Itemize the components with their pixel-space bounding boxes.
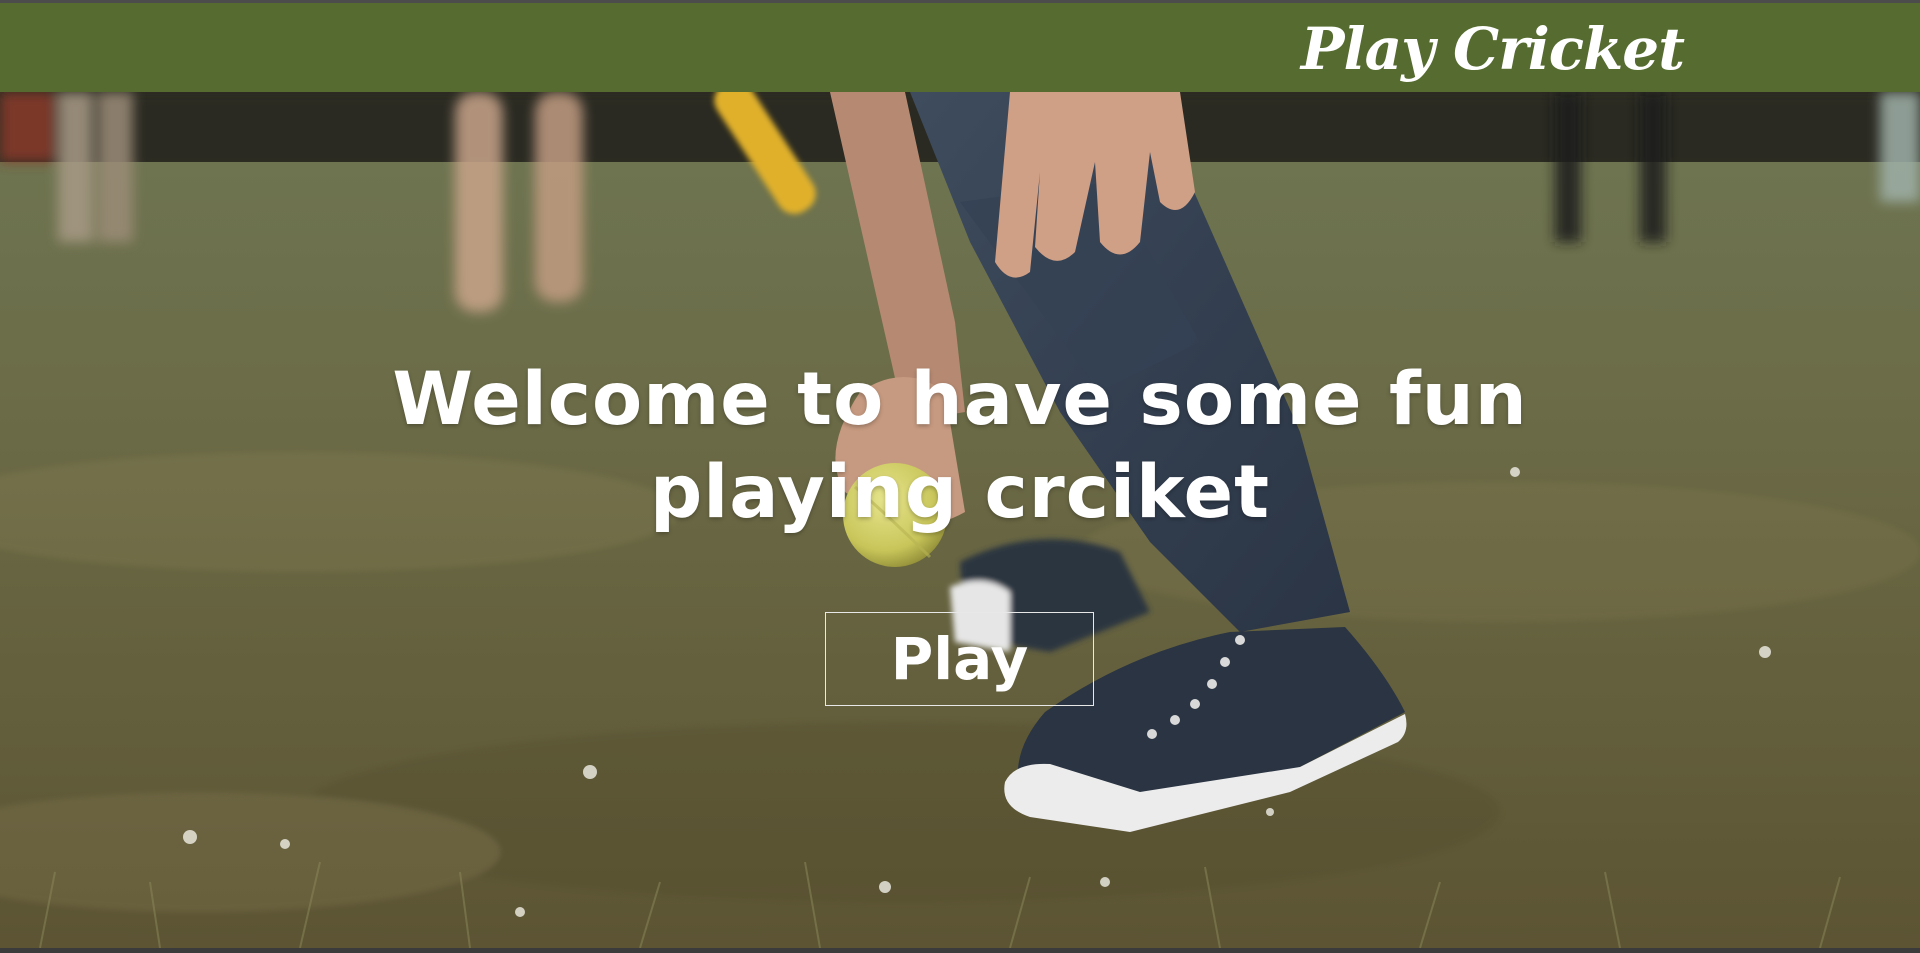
bottom-border [0,948,1920,953]
page: Play Cricket Welcome to have some fun pl… [0,0,1920,953]
play-button[interactable]: Play [825,612,1094,706]
top-navbar: Play Cricket [0,0,1920,92]
hero-section: Welcome to have some fun playing crciket… [0,92,1920,948]
brand-logo[interactable]: Play Cricket [1301,9,1685,89]
hero-headline: Welcome to have some fun playing crciket [392,356,1528,535]
